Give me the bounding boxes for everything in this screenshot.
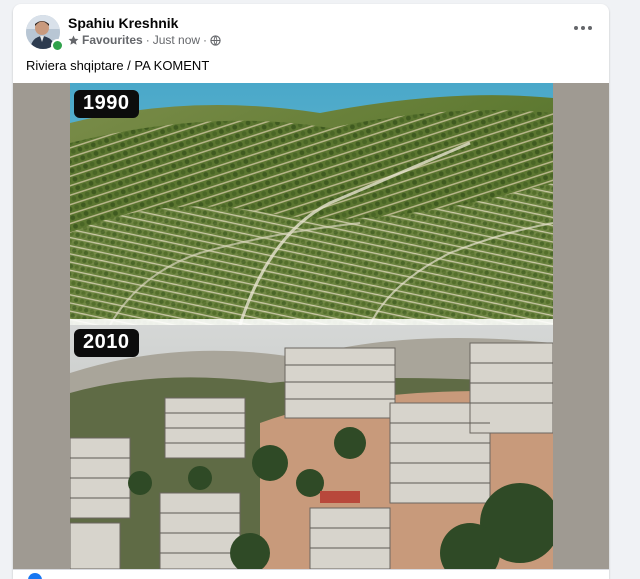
post-header: Spahiu Kreshnik Favourites · Just now · (13, 4, 609, 54)
meta-separator-2: · (203, 33, 208, 47)
year-label-bottom: 2010 (74, 329, 139, 357)
page-background-strip (614, 0, 640, 579)
comparison-photo (69, 83, 560, 579)
author-name[interactable]: Spahiu Kreshnik (68, 15, 178, 31)
year-label-top: 1990 (74, 90, 139, 118)
post-card: Spahiu Kreshnik Favourites · Just now · … (13, 4, 609, 579)
reaction-bar (13, 569, 609, 579)
post-meta: Favourites · Just now · (68, 33, 221, 47)
post-text: Riviera shqiptare / PA KOMENT (26, 58, 210, 73)
reaction-icon[interactable] (28, 573, 42, 579)
audience-label[interactable]: Favourites (82, 33, 143, 47)
online-status-indicator (51, 39, 64, 52)
globe-icon (210, 34, 221, 46)
more-options-icon[interactable] (571, 18, 595, 38)
post-time[interactable]: Just now (153, 33, 200, 47)
meta-separator: · (145, 33, 150, 47)
post-photo[interactable]: 1990 2010 (69, 83, 560, 579)
star-icon (68, 35, 79, 46)
post-photo-frame[interactable]: 1990 2010 (13, 83, 609, 579)
